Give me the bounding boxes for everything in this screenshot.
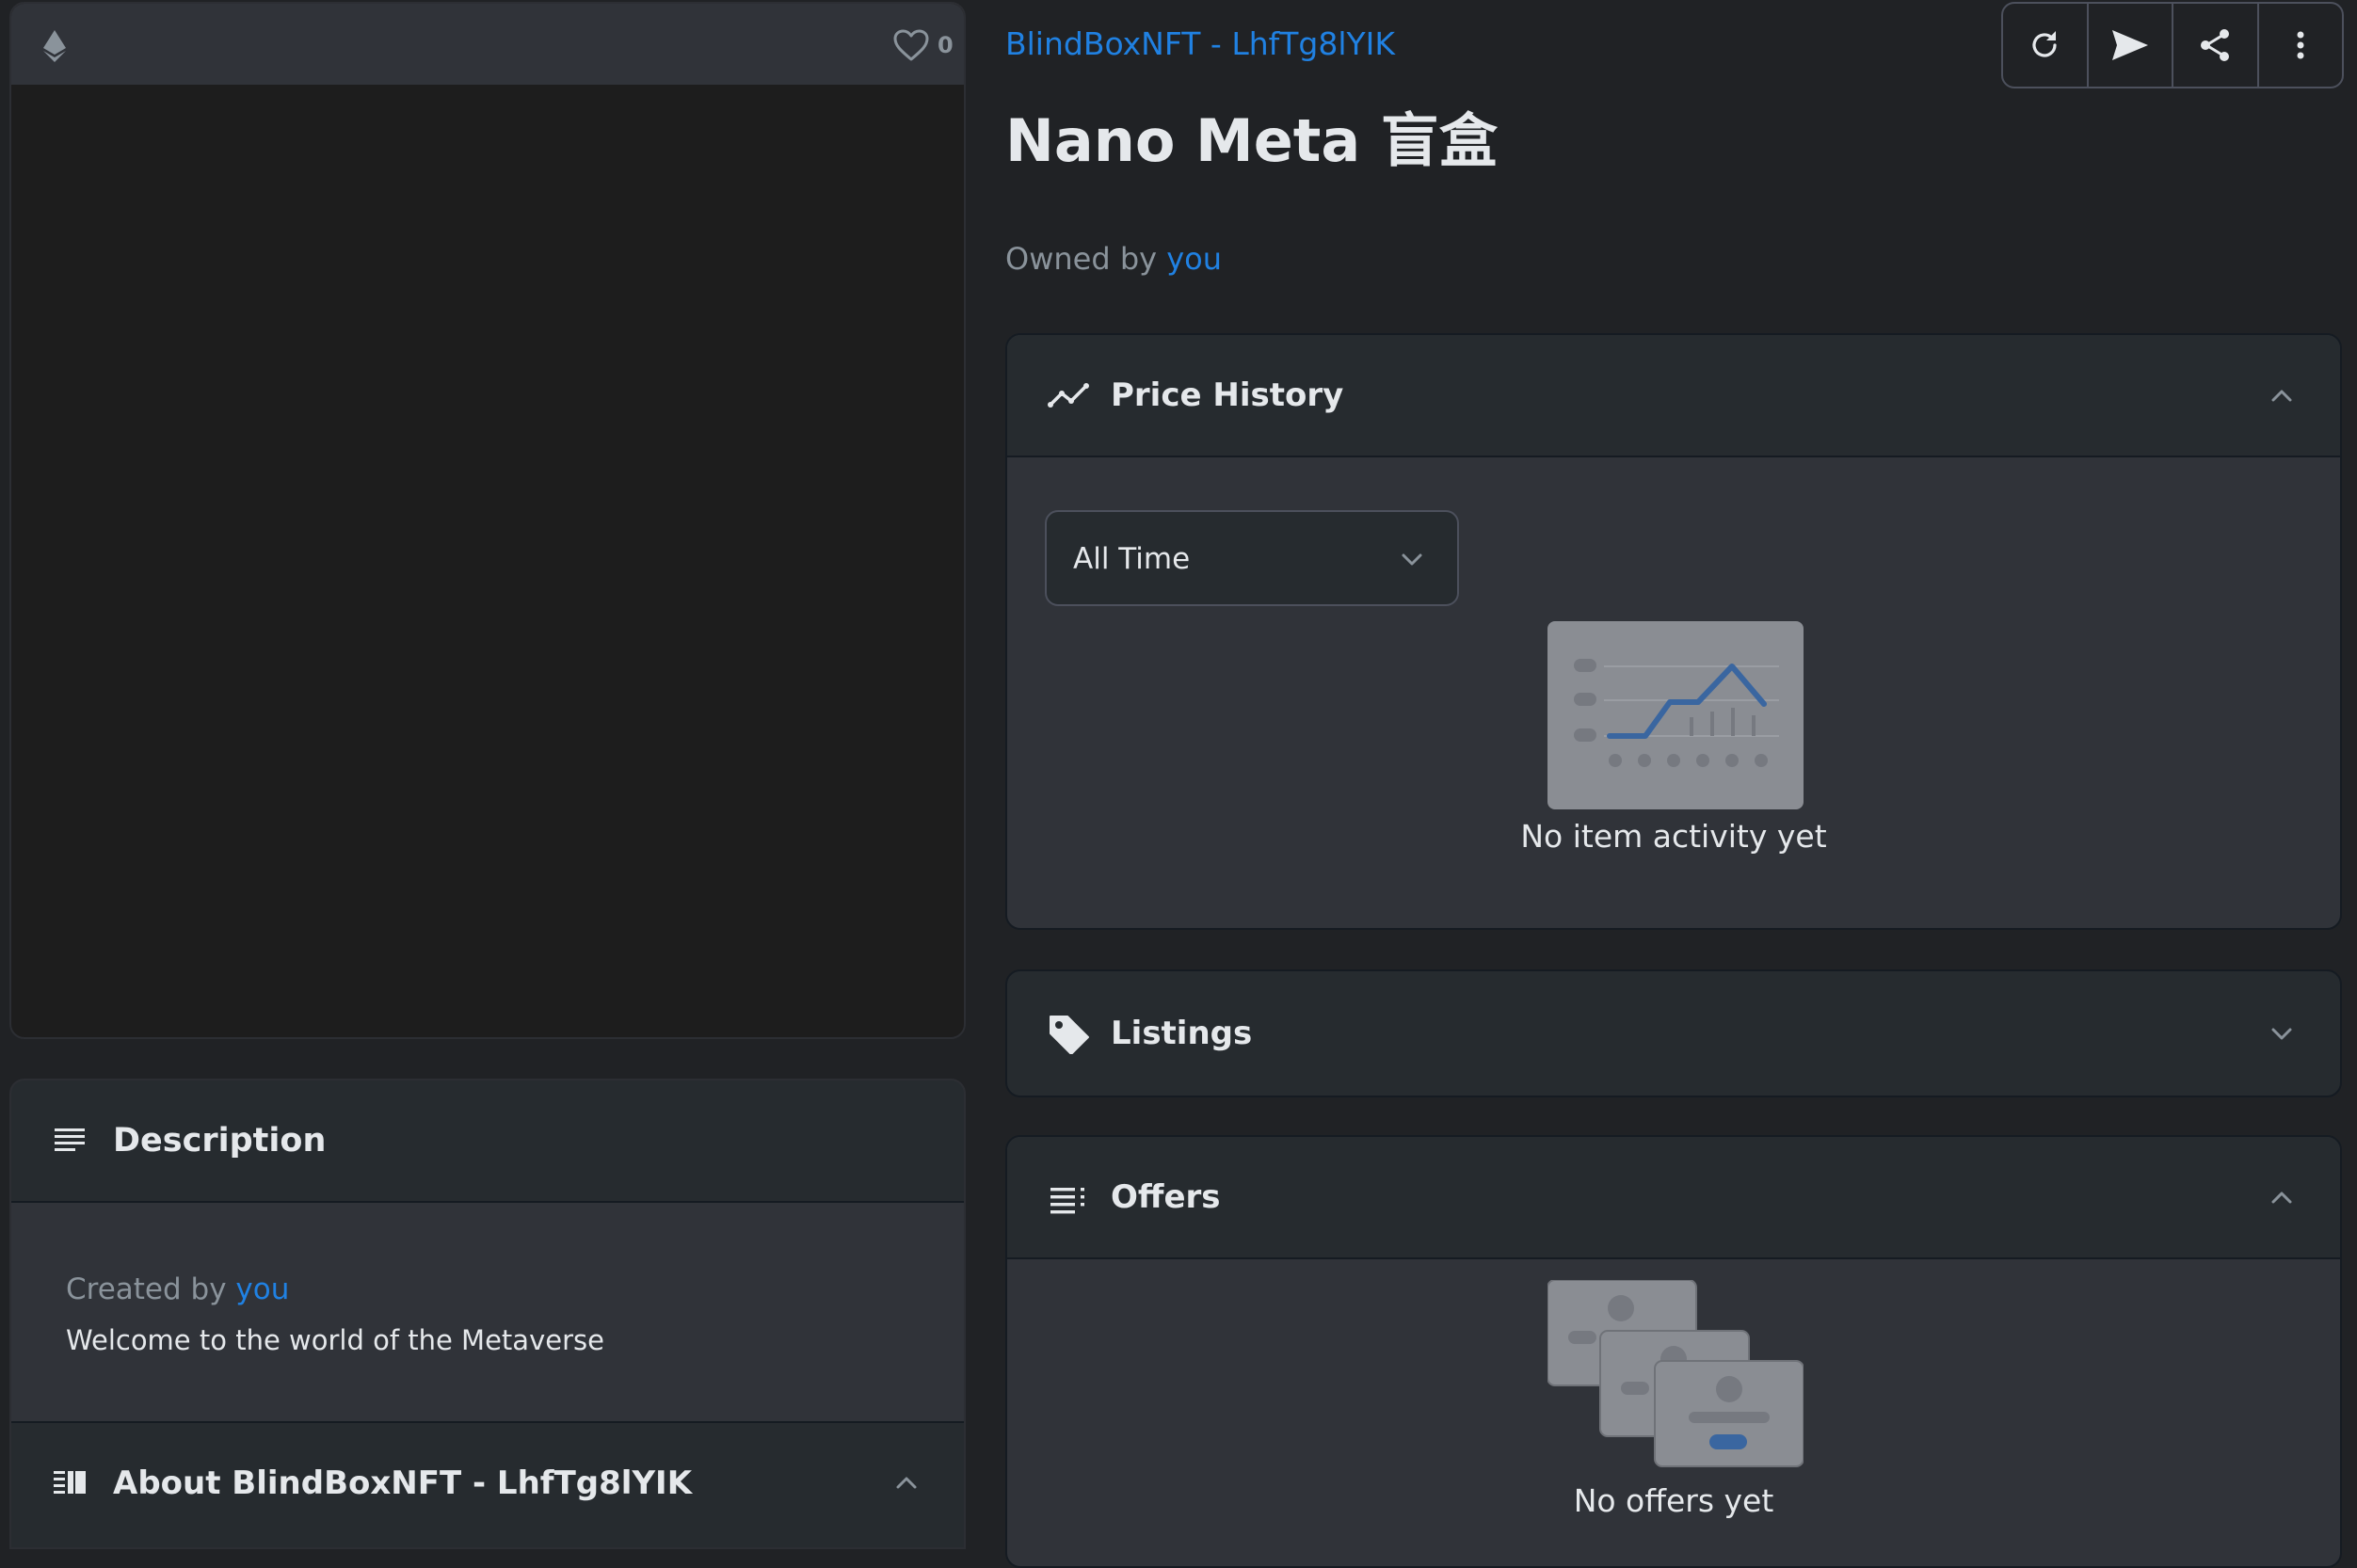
item-toolbar bbox=[2001, 2, 2344, 88]
send-icon bbox=[2109, 26, 2151, 64]
collection-link[interactable]: BlindBoxNFT - LhfTg8lYIK bbox=[1005, 23, 1395, 66]
price-history-header[interactable]: Price History bbox=[1007, 335, 2340, 457]
offers-list-icon bbox=[1047, 1180, 1092, 1218]
price-history-title: Price History bbox=[1111, 376, 1344, 414]
chevron-up-icon[interactable] bbox=[892, 1468, 921, 1496]
no-offers-message: No offers yet bbox=[1573, 1482, 1774, 1519]
share-button[interactable] bbox=[2173, 4, 2259, 87]
empty-offers-illustration bbox=[1547, 1280, 1804, 1476]
listings-title: Listings bbox=[1111, 1015, 1253, 1052]
chevron-down-icon bbox=[1397, 544, 1427, 574]
owner-link[interactable]: you bbox=[1166, 241, 1222, 277]
offers-title: Offers bbox=[1111, 1178, 1221, 1216]
price-history-panel: Price History All Time No item activity … bbox=[1005, 333, 2342, 930]
created-by-line: Created by you bbox=[66, 1269, 289, 1310]
no-activity-message: No item activity yet bbox=[1520, 818, 1827, 855]
text-lines-icon bbox=[53, 1126, 87, 1156]
description-text: Welcome to the world of the Metaverse bbox=[66, 1324, 604, 1356]
trending-line-icon bbox=[1047, 376, 1092, 414]
refresh-icon bbox=[2026, 26, 2063, 64]
share-icon bbox=[2196, 26, 2234, 64]
time-range-select[interactable]: All Time bbox=[1045, 510, 1459, 606]
chevron-up-icon[interactable] bbox=[2267, 1182, 2297, 1212]
refresh-button[interactable] bbox=[2003, 4, 2089, 87]
more-options-button[interactable] bbox=[2259, 4, 2343, 87]
empty-chart-illustration bbox=[1547, 621, 1804, 809]
item-title: Nano Meta 盲盒 bbox=[1005, 106, 1498, 175]
owned-by-line: Owned by you bbox=[1005, 237, 1222, 280]
media-header: 0 bbox=[11, 4, 964, 85]
heart-icon[interactable] bbox=[892, 28, 930, 62]
description-header[interactable]: Description bbox=[11, 1080, 964, 1203]
creator-link[interactable]: you bbox=[235, 1272, 289, 1306]
owned-by-label: Owned by bbox=[1005, 241, 1158, 277]
favorites-count: 0 bbox=[938, 32, 954, 58]
about-collection-header[interactable]: About BlindBoxNFT - LhfTg8lYIK bbox=[11, 1421, 964, 1547]
created-by-label: Created by bbox=[66, 1272, 227, 1306]
ethereum-icon bbox=[41, 30, 68, 62]
time-range-value: All Time bbox=[1073, 542, 1191, 576]
chevron-down-icon[interactable] bbox=[2267, 1018, 2297, 1048]
item-media-card: 0 bbox=[9, 2, 966, 1039]
listings-panel[interactable]: Listings bbox=[1005, 969, 2342, 1097]
about-collection-title: About BlindBoxNFT - LhfTg8lYIK bbox=[113, 1464, 693, 1502]
chevron-up-icon[interactable] bbox=[2267, 380, 2297, 410]
offers-panel: Offers No offers yet bbox=[1005, 1135, 2342, 1568]
description-panel: Description Created by you Welcome to th… bbox=[9, 1079, 966, 1549]
tag-icon bbox=[1047, 1013, 1092, 1054]
offers-header[interactable]: Offers bbox=[1007, 1137, 2340, 1259]
description-title: Description bbox=[113, 1122, 327, 1160]
transfer-button[interactable] bbox=[2089, 4, 2173, 87]
list-detail-icon bbox=[53, 1468, 87, 1498]
more-vertical-icon bbox=[2282, 26, 2319, 64]
